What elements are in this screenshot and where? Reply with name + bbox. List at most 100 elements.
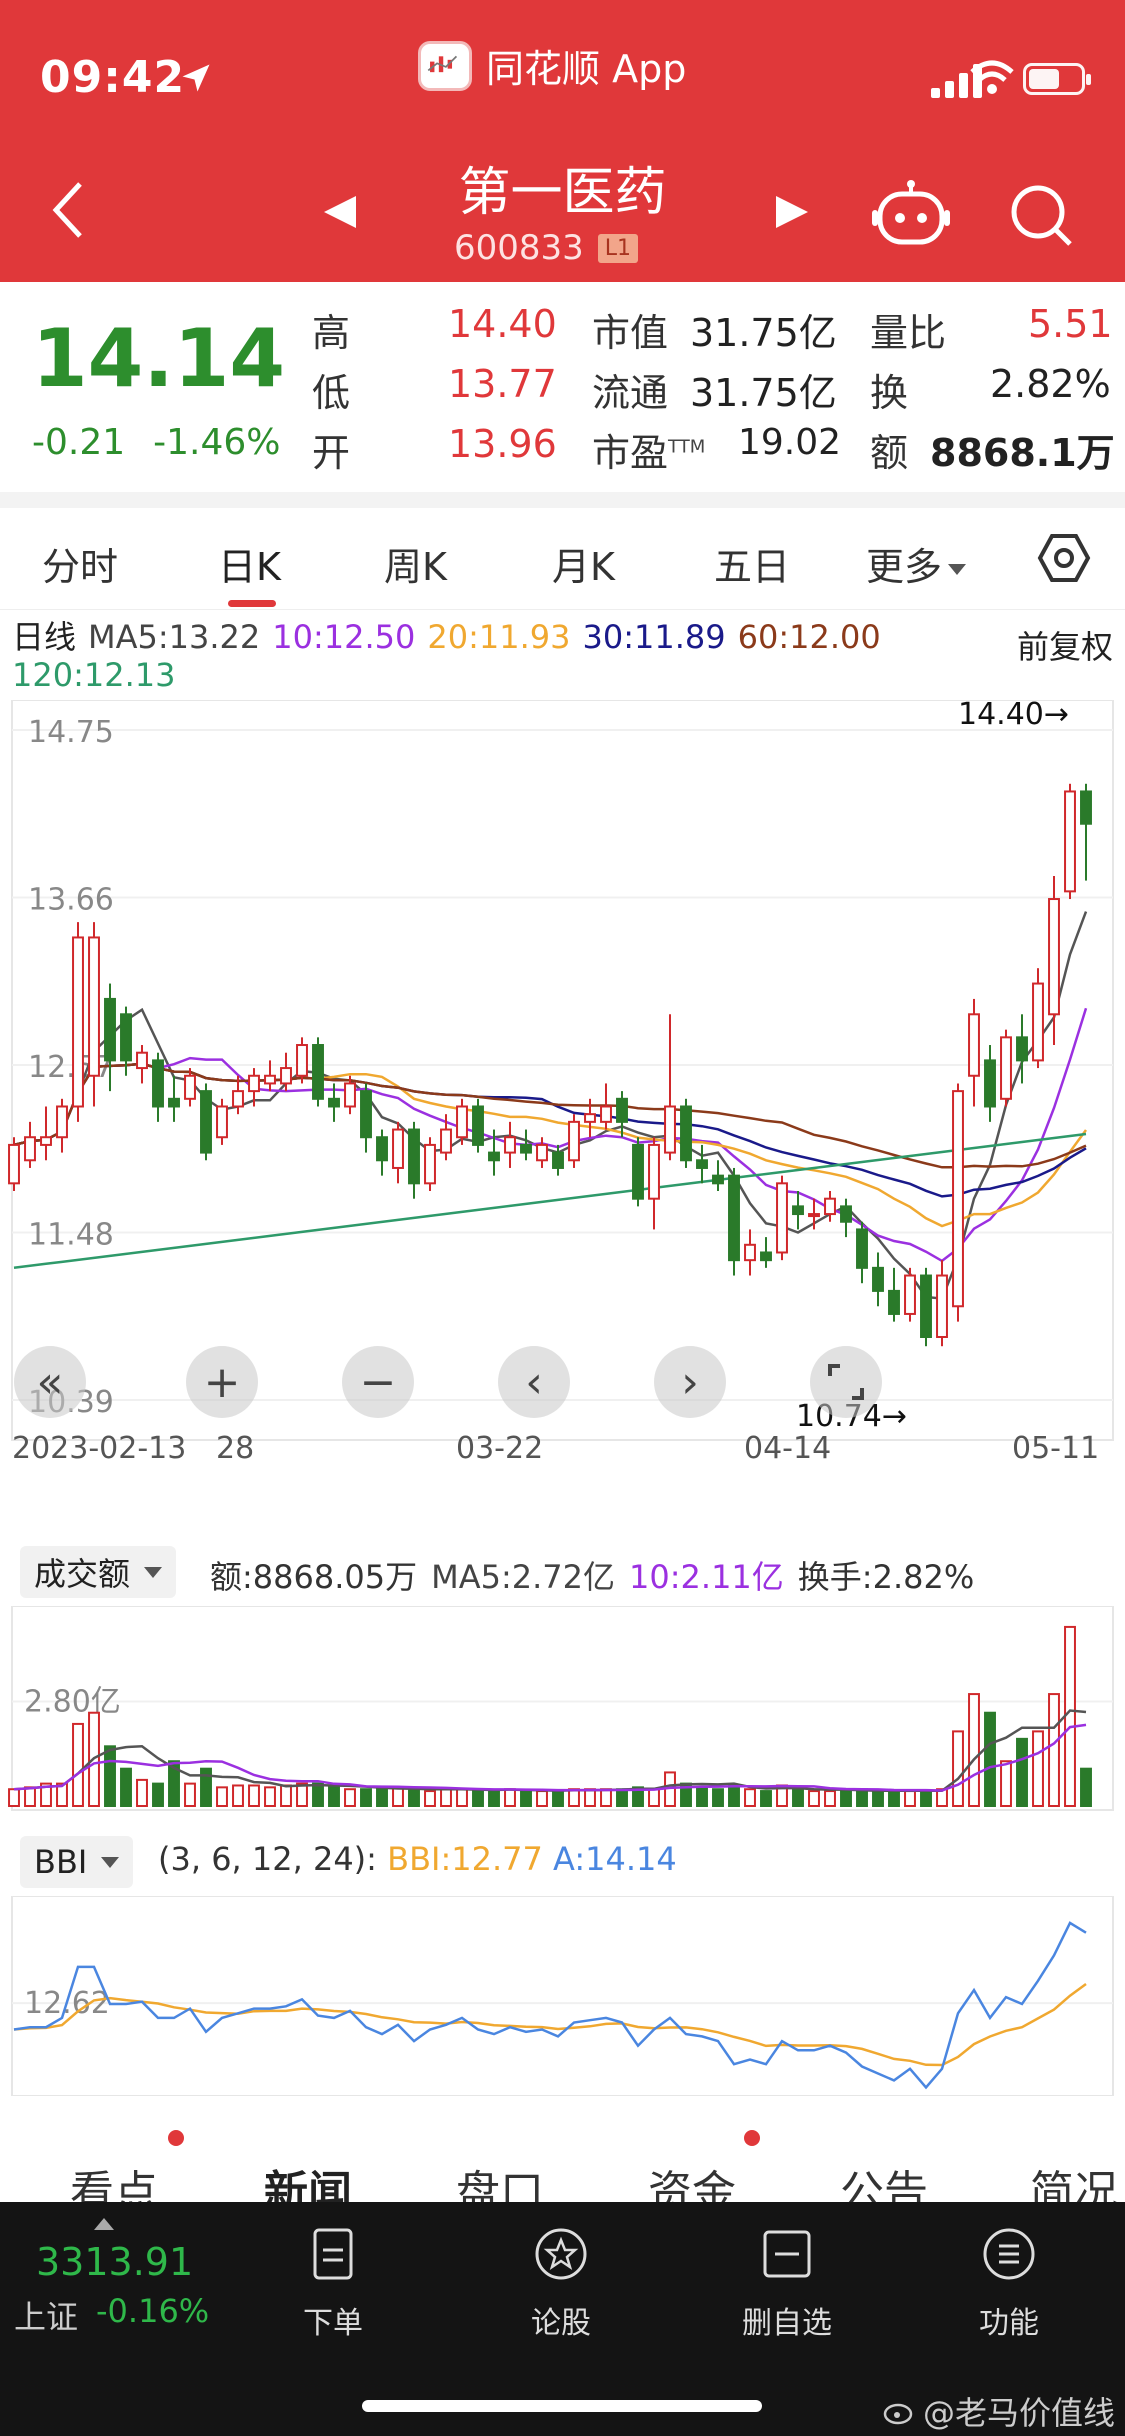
candle-body bbox=[136, 1051, 148, 1070]
candle-body bbox=[200, 1090, 212, 1154]
volume-bar bbox=[600, 1788, 612, 1807]
candle bbox=[1048, 875, 1060, 1046]
jump-start-button[interactable]: « bbox=[14, 1346, 86, 1418]
app-back-label[interactable]: 同花顺 App bbox=[418, 38, 686, 93]
candle-body bbox=[344, 1082, 356, 1108]
tab-five-day[interactable]: 五日 bbox=[714, 536, 790, 591]
expand-up-icon[interactable] bbox=[94, 2218, 114, 2230]
volume-bar bbox=[984, 1711, 996, 1807]
volume-bar bbox=[280, 1784, 292, 1808]
volume-bar bbox=[296, 1782, 308, 1808]
volume-bar bbox=[216, 1786, 228, 1808]
app-name: 同花顺 App bbox=[486, 47, 687, 91]
news-tab-profile[interactable]: 简况 bbox=[1030, 2156, 1118, 2202]
candle bbox=[568, 1114, 580, 1168]
candle-body bbox=[712, 1174, 724, 1185]
tab-intraday[interactable]: 分时 bbox=[42, 536, 118, 591]
chevron-down-icon bbox=[948, 564, 967, 575]
candle-body bbox=[920, 1274, 932, 1338]
float-value: 31.75亿 bbox=[690, 371, 837, 415]
volume-y-tick: 2.80亿 bbox=[24, 1685, 121, 1720]
amount-label: 额 bbox=[870, 431, 909, 475]
ma5-value: MA5:13.22 bbox=[88, 618, 261, 656]
adjust-mode-button[interactable]: 前复权 bbox=[1017, 622, 1113, 668]
scroll-right-button[interactable]: › bbox=[654, 1346, 726, 1418]
candle-body bbox=[600, 1105, 612, 1123]
volume-chart[interactable]: 2.80亿 bbox=[0, 1606, 1125, 1816]
volume-bar bbox=[792, 1788, 804, 1807]
candle-body bbox=[536, 1143, 548, 1162]
next-stock-button[interactable] bbox=[772, 192, 812, 232]
candle bbox=[920, 1267, 932, 1347]
candle bbox=[536, 1137, 548, 1168]
hexagon-settings-icon[interactable] bbox=[1036, 530, 1092, 586]
candle-body bbox=[728, 1174, 740, 1262]
ma10-value: 10:12.50 bbox=[272, 618, 416, 656]
volume-bar bbox=[952, 1730, 964, 1807]
candle-body bbox=[808, 1213, 820, 1218]
tab-monthly-k[interactable]: 月K bbox=[552, 536, 615, 591]
bbi-indicator-select[interactable]: BBI bbox=[20, 1836, 134, 1888]
tab-daily-k[interactable]: 日K bbox=[218, 536, 281, 591]
robot-assistant-icon[interactable] bbox=[872, 178, 950, 250]
section-divider bbox=[0, 492, 1125, 508]
nav-discuss[interactable]: 论股 bbox=[486, 2224, 636, 2342]
candle bbox=[424, 1137, 436, 1192]
candle bbox=[936, 1260, 948, 1347]
volume-bar bbox=[24, 1786, 36, 1808]
news-tab-funds[interactable]: 资金 bbox=[648, 2156, 736, 2202]
candle-body bbox=[776, 1182, 788, 1254]
volume-bar bbox=[808, 1790, 820, 1807]
amount-value: 8868.1万 bbox=[930, 431, 1115, 475]
y-tick-label: 13.66 bbox=[28, 883, 114, 918]
zoom-out-button[interactable]: − bbox=[342, 1346, 414, 1418]
nav-functions[interactable]: 功能 bbox=[934, 2224, 1084, 2342]
location-arrow-icon bbox=[182, 64, 210, 92]
tab-weekly-k[interactable]: 周K bbox=[384, 536, 447, 591]
nav-remove-watchlist[interactable]: 删自选 bbox=[712, 2224, 862, 2342]
bbi-chart[interactable]: 12.62 bbox=[0, 1896, 1125, 2096]
news-tab-highlights[interactable]: 看点 bbox=[70, 2156, 158, 2202]
tab-more[interactable]: 更多 bbox=[866, 536, 967, 591]
current-price: 14.14 bbox=[32, 312, 286, 405]
volume-bar bbox=[312, 1782, 324, 1808]
volume-bar bbox=[712, 1788, 724, 1807]
fullscreen-button[interactable] bbox=[810, 1346, 882, 1418]
home-indicator[interactable] bbox=[362, 2400, 762, 2412]
news-tab-orderbook[interactable]: 盘口 bbox=[456, 2156, 544, 2202]
candle-body bbox=[1032, 982, 1044, 1062]
turnover-label: 换 bbox=[870, 371, 909, 415]
candle-body bbox=[424, 1143, 436, 1185]
battery-icon bbox=[1023, 63, 1091, 95]
candle-body bbox=[1048, 898, 1060, 1016]
candle-body bbox=[312, 1044, 324, 1100]
nav-place-order[interactable]: 下单 bbox=[258, 2224, 408, 2342]
candle bbox=[136, 1045, 148, 1084]
turnover-value: 2.82% bbox=[990, 362, 1111, 406]
candle-body bbox=[632, 1143, 644, 1200]
volume-bar bbox=[648, 1788, 660, 1807]
open-label: 开 bbox=[312, 431, 351, 475]
volume-indicator-select[interactable]: 成交额 bbox=[20, 1546, 177, 1598]
candle-body bbox=[936, 1274, 948, 1338]
news-tab-news[interactable]: 新闻 bbox=[264, 2156, 352, 2202]
float-label: 流通 bbox=[592, 371, 669, 415]
candlestick-chart[interactable]: 14.7513.6612.5711.4810.3914.40→10.74→202… bbox=[0, 700, 1125, 1460]
bbi-value: BBI:12.77 bbox=[387, 1840, 543, 1878]
candle-body bbox=[376, 1136, 388, 1162]
volume-bar bbox=[328, 1786, 340, 1808]
candle bbox=[712, 1160, 724, 1192]
candle bbox=[200, 1083, 212, 1161]
active-tab-indicator bbox=[228, 600, 276, 607]
ma120-value: 120:12.13 bbox=[12, 656, 176, 694]
candle-body bbox=[1016, 1036, 1028, 1062]
candle bbox=[1080, 783, 1092, 881]
news-tab-announcements[interactable]: 公告 bbox=[840, 2156, 928, 2202]
search-icon[interactable] bbox=[1008, 182, 1074, 248]
scroll-left-button[interactable]: ‹ bbox=[498, 1346, 570, 1418]
volume-bar bbox=[728, 1784, 740, 1808]
candle bbox=[984, 1045, 996, 1122]
index-value[interactable]: 3313.91 bbox=[36, 2240, 193, 2284]
nav-functions-label: 功能 bbox=[979, 2306, 1039, 2341]
zoom-in-button[interactable]: + bbox=[186, 1346, 258, 1418]
